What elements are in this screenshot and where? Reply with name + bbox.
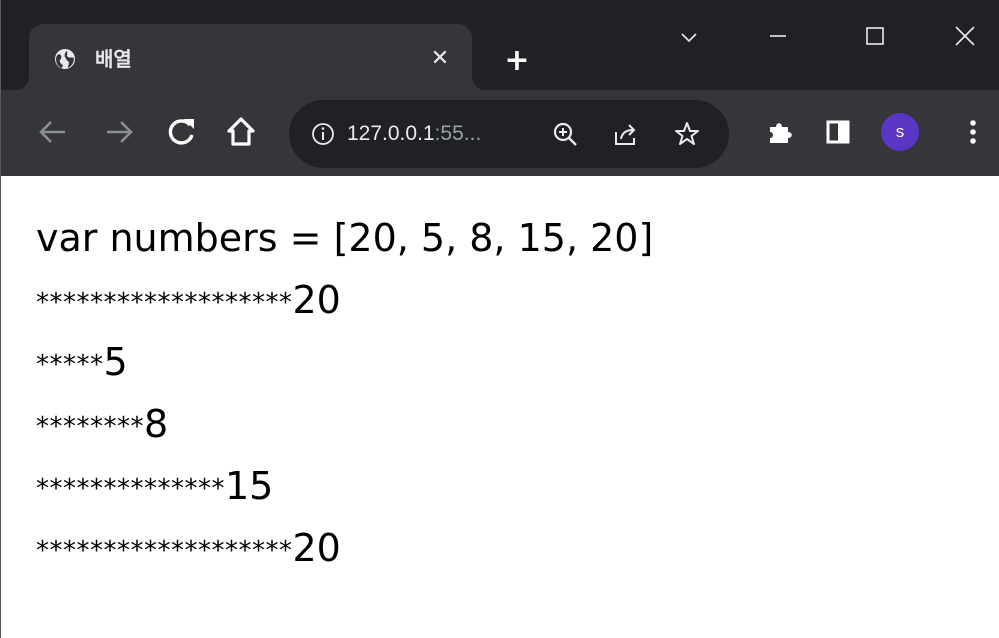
- bar-value: 20: [292, 278, 341, 322]
- tab-strip: 배열 ✕ +: [1, 0, 999, 90]
- code-line: var numbers = [20, 5, 8, 15, 20]: [36, 216, 654, 260]
- bar-row: ***** 5: [36, 322, 653, 384]
- minimize-button[interactable]: [758, 18, 798, 58]
- forward-arrow-icon[interactable]: [97, 110, 141, 154]
- tab-close-icon[interactable]: ✕: [427, 46, 453, 72]
- star-bar: *****: [36, 350, 104, 380]
- bar-value: 15: [225, 464, 274, 508]
- bar-list: ******************* 20 ***** 5 ******** 8 *…: [36, 260, 653, 570]
- bar-row: ******************* 20: [36, 508, 653, 570]
- maximize-button[interactable]: [855, 18, 895, 58]
- star-bar: ********: [36, 412, 144, 442]
- close-window-button[interactable]: [945, 18, 985, 58]
- page-content: var numbers = [20, 5, 8, 15, 20] *******…: [36, 214, 653, 570]
- extensions-puzzle-icon[interactable]: [759, 110, 803, 154]
- zoom-icon[interactable]: [551, 120, 579, 148]
- url-host: 127.0.0.1: [347, 122, 435, 145]
- reload-icon[interactable]: [159, 110, 203, 154]
- tab-title: 배열: [95, 47, 132, 71]
- url-text: 127.0.0.1:55...: [347, 120, 481, 148]
- bookmark-star-icon[interactable]: [673, 120, 701, 148]
- globe-icon: [54, 48, 76, 70]
- star-bar: **************: [36, 474, 225, 504]
- star-bar: *******************: [36, 536, 293, 566]
- menu-kebab-icon[interactable]: [951, 110, 995, 154]
- star-bar: *******************: [36, 288, 293, 318]
- tab-active[interactable]: 배열 ✕: [15, 24, 486, 90]
- bar-row: ******************* 20: [36, 260, 653, 322]
- browser-window: 배열 ✕ + 127.0.0.1:55... s var numbers = […: [0, 0, 999, 638]
- tab-search-chevron-down-icon[interactable]: [669, 18, 709, 58]
- home-icon[interactable]: [219, 110, 263, 154]
- bar-value: 8: [144, 402, 169, 446]
- profile-avatar[interactable]: s: [881, 113, 919, 151]
- new-tab-button[interactable]: +: [499, 44, 535, 80]
- share-icon[interactable]: [611, 120, 639, 148]
- url-rest: :55...: [434, 122, 482, 145]
- back-arrow-icon[interactable]: [31, 110, 75, 154]
- address-bar[interactable]: 127.0.0.1:55...: [289, 100, 729, 168]
- site-info-icon[interactable]: [311, 122, 335, 146]
- bar-row: ******** 8: [36, 384, 653, 446]
- side-panel-icon[interactable]: [816, 110, 860, 154]
- bar-value: 20: [292, 526, 341, 570]
- toolbar: 127.0.0.1:55... s: [1, 90, 999, 176]
- bar-value: 5: [103, 340, 128, 384]
- bar-row: ************** 15: [36, 446, 653, 508]
